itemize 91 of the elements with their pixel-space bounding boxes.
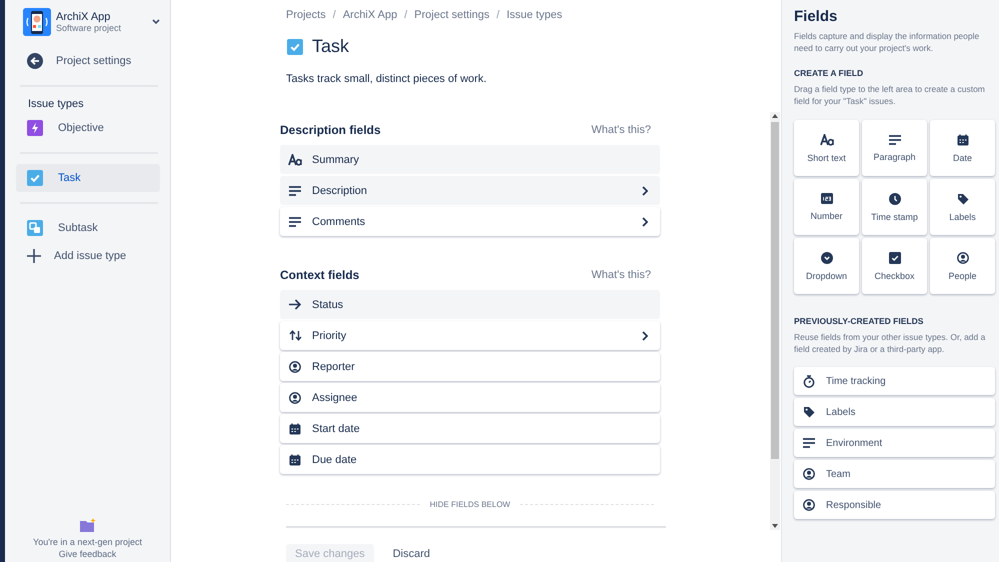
field-row[interactable]: Reporter (280, 352, 660, 381)
field-row[interactable]: Start date (280, 414, 660, 443)
checkbox-icon (27, 170, 43, 186)
breadcrumb-separator: / (496, 9, 500, 21)
help-link[interactable]: What's this? (591, 269, 651, 281)
next-gen-notice: You're in a next-gen project (33, 537, 142, 547)
project-type: Software project (56, 23, 122, 33)
field-item[interactable]: Environment (794, 429, 995, 457)
panel-description: Fields capture and display the information people need to carry out your project's work. (794, 30, 980, 54)
add-issue-type-link[interactable]: Add issue type (18, 242, 160, 270)
checkbox-icon (888, 252, 900, 264)
paragraph-icon (289, 216, 301, 226)
text-style-icon (820, 134, 834, 146)
dropdown-icon (820, 252, 832, 264)
section-heading: PREVIOUSLY-CREATED FIELDS (794, 316, 924, 326)
checkbox-icon (287, 38, 303, 54)
field-row[interactable]: Priority (280, 321, 660, 350)
issue-type-description: Tasks track small, distinct pieces of work. (286, 73, 488, 85)
paragraph-icon (803, 438, 815, 448)
project-avatar-icon (23, 8, 51, 36)
breadcrumb-separator: / (404, 9, 408, 21)
scrollbar[interactable] (770, 112, 780, 530)
field-type-card[interactable]: Number (794, 179, 859, 235)
paragraph-icon (888, 134, 900, 144)
section-title: Issue types (28, 98, 85, 110)
breadcrumb-link[interactable]: Project settings (414, 9, 490, 21)
section-hint: Reuse fields from your other issue types. Or, add a field created by Jira or a third-party app. (794, 331, 986, 355)
field-row[interactable]: Comments (280, 207, 660, 236)
field-row[interactable]: Description (280, 176, 660, 205)
field-type-card[interactable]: Paragraph (862, 120, 927, 176)
field-type-card[interactable]: Checkbox (862, 238, 927, 294)
issue-type-item[interactable]: Task (16, 164, 160, 192)
field-type-card[interactable]: Labels (930, 179, 995, 235)
field-row[interactable]: Summary (280, 145, 660, 174)
calendar-icon (289, 422, 301, 434)
arrow-right-icon (288, 299, 302, 310)
field-type-card[interactable]: Date (930, 120, 995, 176)
field-item[interactable]: Team (794, 460, 995, 488)
number-icon (820, 193, 832, 204)
person-icon (803, 468, 815, 480)
calendar-icon (956, 134, 968, 146)
field-item[interactable]: Responsible (794, 491, 995, 519)
field-item[interactable]: Time tracking (794, 367, 995, 395)
panel-title: Fields (794, 8, 838, 25)
breadcrumb-link[interactable]: ArchiX App (342, 9, 398, 21)
field-type-card[interactable]: People (930, 238, 995, 294)
tag-icon (956, 192, 968, 204)
field-row[interactable]: Status (280, 290, 660, 319)
chevron-right-icon[interactable] (642, 216, 648, 226)
scroll-up-arrow-icon[interactable] (772, 114, 778, 118)
back-link[interactable]: Project settings (18, 47, 160, 75)
paragraph-icon (289, 186, 301, 196)
person-icon (289, 392, 301, 404)
lightning-icon (27, 120, 43, 136)
clock-icon (888, 192, 900, 204)
issue-type-item[interactable]: Subtask (16, 214, 160, 242)
chevron-right-icon[interactable] (642, 186, 648, 196)
folder-icon (80, 518, 96, 532)
calendar-icon (289, 454, 301, 466)
hide-fields-divider[interactable]: HIDE FIELDS BELOW (430, 500, 510, 509)
scroll-down-arrow-icon[interactable] (772, 524, 778, 528)
field-type-card[interactable]: Time stamp (862, 179, 927, 235)
plus-icon (27, 249, 41, 263)
field-row[interactable]: Assignee (280, 383, 660, 412)
field-type-card[interactable]: Short text (794, 120, 859, 176)
chevron-right-icon[interactable] (642, 330, 648, 340)
section-heading: Description fields (280, 123, 381, 137)
field-item[interactable]: Labels (794, 398, 995, 426)
person-icon (289, 360, 301, 372)
breadcrumb-link[interactable]: Projects (286, 9, 326, 21)
issue-type-title: Task (312, 36, 350, 57)
person-icon (956, 252, 968, 264)
issue-type-item[interactable]: Objective (16, 114, 160, 142)
section-hint: Drag a field type to the left area to create a custom field for your "Task" issues. (794, 83, 986, 107)
up-down-arrows-icon (288, 330, 302, 341)
project-name: ArchiX App (56, 11, 112, 23)
breadcrumb-link[interactable]: Issue types (506, 9, 562, 21)
breadcrumb-separator: / (332, 9, 336, 21)
tag-icon (803, 406, 815, 418)
person-icon (803, 499, 815, 511)
section-heading: Context fields (280, 268, 360, 282)
help-link[interactable]: What's this? (591, 124, 651, 136)
stopwatch-icon (803, 374, 815, 388)
feedback-link[interactable]: Give feedback (58, 549, 116, 559)
section-heading: CREATE A FIELD (794, 68, 864, 78)
field-row[interactable]: Due date (280, 445, 660, 474)
field-type-card[interactable]: Dropdown (794, 238, 859, 294)
discard-button[interactable]: Discard (384, 544, 440, 562)
caret-down-icon[interactable] (152, 19, 160, 25)
subtask-icon (27, 220, 43, 236)
text-style-icon (288, 154, 302, 166)
